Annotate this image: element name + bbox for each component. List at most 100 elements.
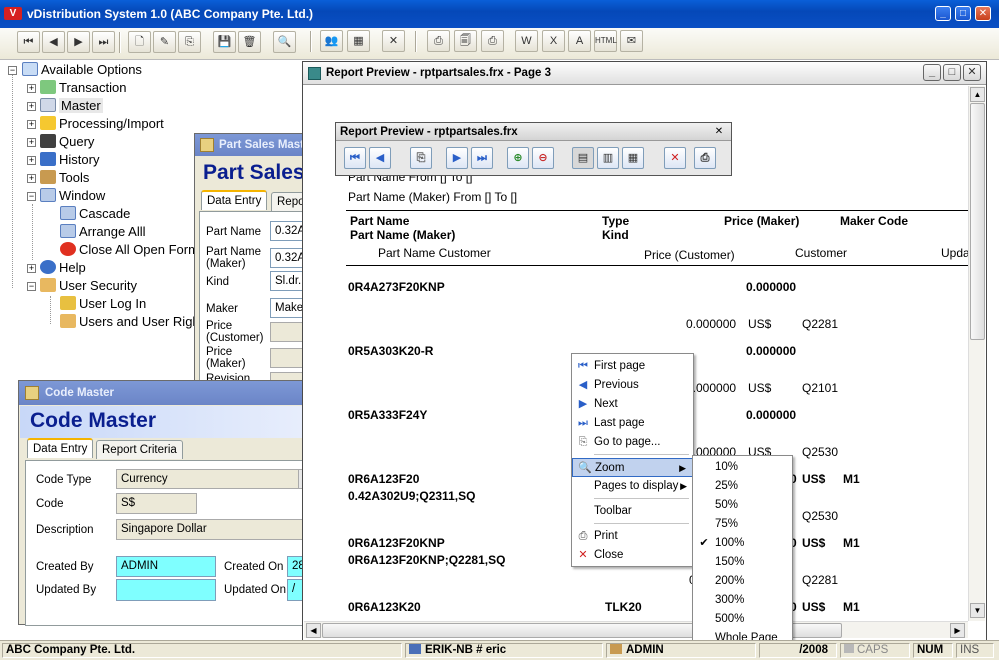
menu-item-go-to-page[interactable]: ⎘ Go to page... bbox=[572, 433, 693, 452]
tree-item-cascade[interactable]: Cascade bbox=[60, 206, 130, 222]
menu-item-close[interactable]: ✕ Close bbox=[572, 546, 693, 565]
tree-item-help[interactable]: Help bbox=[40, 260, 86, 276]
tree-root[interactable]: Available Options bbox=[22, 62, 142, 78]
tree-item-tools[interactable]: Tools bbox=[40, 170, 89, 186]
menu-item-zoom[interactable]: 🔍 Zoom ▶ bbox=[572, 458, 693, 477]
tree-item-window[interactable]: Window bbox=[40, 188, 105, 204]
tree-item-processing[interactable]: Processing/Import bbox=[40, 116, 164, 132]
tree-item-close-all[interactable]: Close All Open Form bbox=[60, 242, 199, 258]
report-maximize-button[interactable]: □ bbox=[943, 64, 961, 81]
last-record-button[interactable]: ⏭ bbox=[92, 31, 115, 53]
menu-item-print[interactable]: ⎙ Print bbox=[572, 527, 693, 546]
menu-item-first-page[interactable]: ⏮ First page bbox=[572, 357, 693, 376]
expand-help-toggle[interactable]: + bbox=[27, 264, 36, 273]
preview-zoom-in-button[interactable]: ⊕ bbox=[507, 147, 529, 169]
tree-item-arrange-all[interactable]: Arrange Alll bbox=[60, 224, 145, 240]
scroll-thumb[interactable] bbox=[970, 103, 985, 340]
print-setup-button[interactable]: ⎙ bbox=[481, 30, 504, 52]
created-by-field[interactable]: ADMIN bbox=[116, 556, 216, 577]
print-button[interactable]: ⎙ bbox=[427, 30, 450, 52]
preview-close-button[interactable]: ✕ bbox=[664, 147, 686, 169]
preview-next-button[interactable]: ▶ bbox=[446, 147, 468, 169]
zoom-300[interactable]: 300% bbox=[693, 591, 792, 610]
expand-query-toggle[interactable]: + bbox=[27, 138, 36, 147]
preview-zoom-out-button[interactable]: ⊖ bbox=[532, 147, 554, 169]
tab-report-criteria[interactable]: Report Criteria bbox=[96, 440, 183, 459]
zoom-150[interactable]: 150% bbox=[693, 553, 792, 572]
scroll-up-button[interactable]: ▲ bbox=[970, 87, 985, 102]
tree-item-history[interactable]: History bbox=[40, 152, 99, 168]
preview-goto-page-button[interactable]: ⎘ bbox=[410, 147, 432, 169]
maximize-button[interactable]: □ bbox=[955, 6, 971, 21]
tab-data-entry[interactable]: Data Entry bbox=[201, 190, 268, 210]
updated-by-field[interactable] bbox=[116, 579, 216, 601]
users-button[interactable]: 👥 bbox=[320, 30, 343, 52]
tab-data-entry[interactable]: Data Entry bbox=[27, 438, 94, 458]
preview-toolbar-close-button[interactable]: ✕ bbox=[712, 125, 726, 138]
zoom-200[interactable]: 200% bbox=[693, 572, 792, 591]
collapse-user-security-toggle[interactable]: − bbox=[27, 282, 36, 291]
menu-item-next[interactable]: ▶ Next bbox=[572, 395, 693, 414]
print-preview-button[interactable]: 🗐 bbox=[454, 30, 477, 52]
zoom-500[interactable]: 500% bbox=[693, 610, 792, 629]
tree-item-users-rights[interactable]: Users and User Righ bbox=[60, 314, 200, 330]
cancel-button[interactable]: ✕ bbox=[382, 30, 405, 52]
expand-processing-toggle[interactable]: + bbox=[27, 120, 36, 129]
preview-four-pages-button[interactable]: ▦ bbox=[622, 147, 644, 169]
export-pdf-button[interactable]: A bbox=[568, 30, 591, 52]
scroll-left-button[interactable]: ◀ bbox=[306, 623, 321, 638]
preview-print-button[interactable]: ⎙ bbox=[694, 147, 716, 169]
export-excel-button[interactable]: X bbox=[542, 30, 565, 52]
zoom-50[interactable]: 50% bbox=[693, 496, 792, 515]
preview-previous-button[interactable]: ◀ bbox=[369, 147, 391, 169]
menu-item-toolbar[interactable]: Toolbar bbox=[572, 502, 693, 521]
collapse-window-toggle[interactable]: − bbox=[27, 192, 36, 201]
copy-button[interactable]: ⎘ bbox=[178, 31, 201, 53]
description-field[interactable]: Singapore Dollar bbox=[116, 519, 311, 540]
close-button[interactable]: ✕ bbox=[975, 6, 991, 21]
expand-tools-toggle[interactable]: + bbox=[27, 174, 36, 183]
tree-item-user-log-in[interactable]: User Log In bbox=[60, 296, 146, 312]
delete-button[interactable]: 🗑 bbox=[238, 31, 261, 53]
expand-transaction-toggle[interactable]: + bbox=[27, 84, 36, 93]
email-button[interactable]: ✉ bbox=[620, 30, 643, 52]
report-minimize-button[interactable]: _ bbox=[923, 64, 941, 81]
save-button[interactable]: 💾 bbox=[213, 31, 236, 53]
zoom-10[interactable]: 10% bbox=[693, 458, 792, 477]
expand-history-toggle[interactable]: + bbox=[27, 156, 36, 165]
first-record-button[interactable]: ⏮ bbox=[17, 31, 40, 53]
menu-item-last-page[interactable]: ⏭ Last page bbox=[572, 414, 693, 433]
zoom-75[interactable]: 75% bbox=[693, 515, 792, 534]
code-type-field[interactable]: Currency bbox=[116, 469, 299, 489]
code-field[interactable]: S$ bbox=[116, 493, 197, 514]
preview-one-page-button[interactable]: ▤ bbox=[572, 147, 594, 169]
vertical-scrollbar[interactable]: ▲ ▼ bbox=[968, 86, 985, 621]
preview-first-page-button[interactable]: ⏮ bbox=[344, 147, 366, 169]
tree-item-master[interactable]: Master bbox=[40, 98, 103, 114]
new-button[interactable]: 🗋 bbox=[128, 31, 151, 53]
export-html-button[interactable]: HTML bbox=[594, 30, 617, 52]
menu-item-previous[interactable]: ◀ Previous bbox=[572, 376, 693, 395]
preview-two-pages-button[interactable]: ▥ bbox=[597, 147, 619, 169]
report-close-button[interactable]: ✕ bbox=[963, 64, 981, 81]
edit-button[interactable]: ✎ bbox=[153, 31, 176, 53]
previous-record-button[interactable]: ◀ bbox=[42, 31, 65, 53]
preview-last-page-button[interactable]: ⏭ bbox=[471, 147, 493, 169]
report-button[interactable]: ▦ bbox=[347, 30, 370, 52]
collapse-root-toggle[interactable]: − bbox=[8, 66, 17, 75]
scroll-right-button[interactable]: ▶ bbox=[950, 623, 965, 638]
zoom-25[interactable]: 25% bbox=[693, 477, 792, 496]
horizontal-scrollbar[interactable]: ◀ ▶ bbox=[304, 621, 968, 638]
scroll-down-button[interactable]: ▼ bbox=[970, 603, 985, 618]
next-record-button[interactable]: ▶ bbox=[67, 31, 90, 53]
expand-master-toggle[interactable]: + bbox=[27, 102, 36, 111]
minimize-button[interactable]: _ bbox=[935, 6, 951, 21]
created-by-label: Created By bbox=[36, 561, 94, 573]
find-button[interactable]: 🔍 bbox=[273, 31, 296, 53]
export-word-button[interactable]: W bbox=[515, 30, 538, 52]
zoom-100[interactable]: ✔ 100% bbox=[693, 534, 792, 553]
menu-item-pages-to-display[interactable]: Pages to display ▶ bbox=[572, 477, 693, 496]
tree-item-query[interactable]: Query bbox=[40, 134, 94, 150]
tree-item-transaction[interactable]: Transaction bbox=[40, 80, 126, 96]
tree-item-user-security[interactable]: User Security bbox=[40, 278, 137, 294]
